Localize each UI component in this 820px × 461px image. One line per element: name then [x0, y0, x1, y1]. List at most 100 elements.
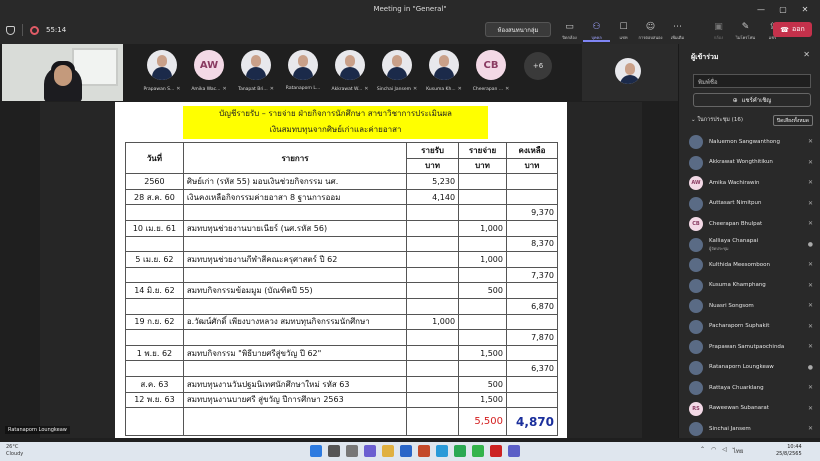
- weather-widget[interactable]: 26°C Cloudy: [6, 444, 23, 458]
- minimize-button[interactable]: —: [750, 0, 772, 18]
- participant-item[interactable]: Naluemon Sangwanthong ✕: [689, 132, 815, 153]
- breakout-rooms-button[interactable]: ห้องสนทนากลุ่ม: [485, 22, 551, 37]
- leave-button[interactable]: ☎ ออก: [773, 22, 812, 37]
- mic-off-icon[interactable]: ✕: [808, 405, 813, 412]
- participant-item[interactable]: Akkrawat Wongthitikun ✕: [689, 153, 815, 174]
- word-icon[interactable]: [400, 445, 412, 457]
- gallery-tile[interactable]: AW Amika Wac... ✕: [187, 50, 231, 100]
- mic-off-icon[interactable]: ✕: [808, 261, 813, 268]
- cell-expense: 1,500: [458, 391, 507, 409]
- mic-off-icon[interactable]: ✕: [808, 282, 813, 289]
- participant-item[interactable]: Nuasri Songsom ✕: [689, 296, 815, 317]
- participant-name-text: Pacharaporn Suphakit: [709, 323, 770, 330]
- cell-date: [125, 329, 184, 346]
- mic-off-icon[interactable]: ✕: [808, 179, 813, 186]
- participant-item[interactable]: Auttasart Nimitpun ✕: [689, 194, 815, 215]
- react-button[interactable]: ☺ การตอบสนอง: [637, 20, 664, 42]
- cell-balance: [505, 344, 559, 362]
- cell-date: 14 มิ.ย. 62: [125, 282, 184, 299]
- participant-name: Sinchai Jansem: [709, 426, 751, 433]
- mic-off-icon[interactable]: ✕: [808, 220, 813, 227]
- mic-off-icon[interactable]: ✕: [808, 384, 813, 391]
- phone-icon: ☎: [780, 25, 790, 34]
- edge-icon[interactable]: [436, 445, 448, 457]
- avatar: CB: [689, 217, 703, 232]
- participant-item[interactable]: Rattaya Chuarklang ✕: [689, 378, 815, 399]
- gallery-tile[interactable]: Ratanaporn L...: [281, 50, 325, 100]
- powerpoint-icon[interactable]: [418, 445, 430, 457]
- more-button[interactable]: ⋯ เพิ่มเติม: [664, 20, 691, 42]
- mic-off-icon[interactable]: ✕: [808, 323, 813, 330]
- close-window-button[interactable]: ✕: [794, 0, 816, 18]
- mic-off-icon[interactable]: ✕: [808, 159, 813, 166]
- tile-name: Akkrawat W...: [331, 86, 363, 92]
- cell-desc: อ.วัฒน์ศักดิ์ เพียงบางหลวง สมทบทุนกิจกรร…: [182, 313, 408, 331]
- mute-all-button[interactable]: ปิดเสียงทั้งหมด: [773, 115, 813, 126]
- mic-icon[interactable]: ●: [808, 241, 813, 248]
- participant-item[interactable]: Kulthida Meesomboon ✕: [689, 255, 815, 276]
- recording-icon: [30, 25, 39, 35]
- close-icon[interactable]: ✕: [803, 50, 810, 59]
- gallery-tile[interactable]: Tanapat Bri... ✕: [234, 50, 278, 100]
- mic-off-icon: ✕: [364, 86, 369, 92]
- mic-off-icon[interactable]: ✕: [808, 200, 813, 207]
- taskbar-clock[interactable]: 10:44 25/8/2565: [776, 444, 802, 458]
- total-balance: 4,870: [516, 414, 554, 429]
- participant-item[interactable]: RS Raweewan Subanarat ✕: [689, 399, 815, 420]
- gallery-tile[interactable]: Akkrawat W... ✕: [328, 50, 372, 100]
- participant-item[interactable]: CB Cheerapan Bhulpat ✕: [689, 214, 815, 235]
- line-icon[interactable]: [472, 445, 484, 457]
- pdf-icon[interactable]: [490, 445, 502, 457]
- cell-balance: [505, 282, 559, 299]
- avatar: [382, 50, 412, 80]
- mic-icon[interactable]: ●: [808, 364, 813, 371]
- share-invite-button[interactable]: ⊕ แชร์คำเชิญ: [693, 93, 811, 107]
- maximize-button[interactable]: ▢: [772, 0, 794, 18]
- pinned-video-tile[interactable]: [582, 44, 678, 101]
- mic-off-icon[interactable]: ✕: [808, 343, 813, 350]
- wifi-icon[interactable]: ◠: [711, 446, 716, 456]
- teams-icon[interactable]: [508, 445, 520, 457]
- file-explorer-icon[interactable]: [382, 445, 394, 457]
- volume-icon[interactable]: ◁: [722, 446, 727, 456]
- gallery-tile[interactable]: Kusuma Kh... ✕: [422, 50, 466, 100]
- mic-off-icon: ✕: [412, 86, 418, 92]
- mic-off-icon[interactable]: ✕: [808, 138, 813, 145]
- chevron-up-icon[interactable]: ⌃: [700, 446, 705, 456]
- gallery-tile[interactable]: CB Cheerapan ... ✕: [469, 50, 513, 100]
- stop-camera-button[interactable]: ▭ ปิดกล้อง: [556, 20, 583, 42]
- participant-item[interactable]: Sinchai Jansem ✕: [689, 419, 815, 440]
- gallery-tile[interactable]: Sinchai Jansem ✕: [375, 50, 419, 100]
- start-icon[interactable]: [310, 445, 322, 457]
- more-participants-button[interactable]: +6: [524, 52, 552, 80]
- cell-balance: [505, 375, 559, 393]
- gallery-tile[interactable]: Prapawan S... ✕: [140, 50, 184, 100]
- participant-item[interactable]: Pacharaporn Suphakit ✕: [689, 317, 815, 338]
- mic-off-icon: ✕: [222, 86, 227, 92]
- video-toggle-button[interactable]: ▣ กล้อง: [705, 20, 732, 42]
- cell-income: [406, 344, 460, 362]
- chat-button[interactable]: ☐ แชท: [610, 20, 637, 42]
- total-expense: 5,500: [474, 416, 503, 428]
- self-video-tile[interactable]: [2, 44, 123, 101]
- teams-chat-icon[interactable]: [364, 445, 376, 457]
- in-meeting-section[interactable]: ⌄ ในการประชุม (16): [691, 116, 743, 124]
- mic-toggle-button[interactable]: ✎ ไมโครโฟน: [732, 20, 759, 42]
- participant-item[interactable]: Kalliaya Chanapai ผู้จัดประชุม ●: [689, 235, 815, 256]
- participant-item[interactable]: Prapawan Samutpaochinda ✕: [689, 337, 815, 358]
- participant-item[interactable]: Kusuma Khamphang ✕: [689, 276, 815, 297]
- task-view-icon[interactable]: [346, 445, 358, 457]
- mic-off-icon[interactable]: ✕: [808, 425, 813, 432]
- people-button[interactable]: ⚇ บุคคล: [583, 20, 610, 42]
- mic-off-icon[interactable]: ✕: [808, 302, 813, 309]
- language-indicator[interactable]: ไทย: [733, 446, 744, 456]
- participant-search-input[interactable]: พิมพ์ชื่อ: [693, 74, 811, 88]
- cell-desc: สมทบทุนช่วยงานกีฬาสีคณะครุศาสตร์ ปี 62: [182, 251, 408, 268]
- cell-income: [406, 266, 460, 284]
- search-icon[interactable]: [328, 445, 340, 457]
- participant-item[interactable]: AW Amika Wachirawin ✕: [689, 173, 815, 194]
- participant-item[interactable]: Ratanaporn Loungkeaw ●: [689, 358, 815, 379]
- cell-desc: สมทบทุนช่วยงานบายเนียร์ (นศ.รหัส 56): [182, 219, 408, 237]
- chrome-icon[interactable]: [454, 445, 466, 457]
- participant-name: Pacharaporn Suphakit: [709, 323, 769, 330]
